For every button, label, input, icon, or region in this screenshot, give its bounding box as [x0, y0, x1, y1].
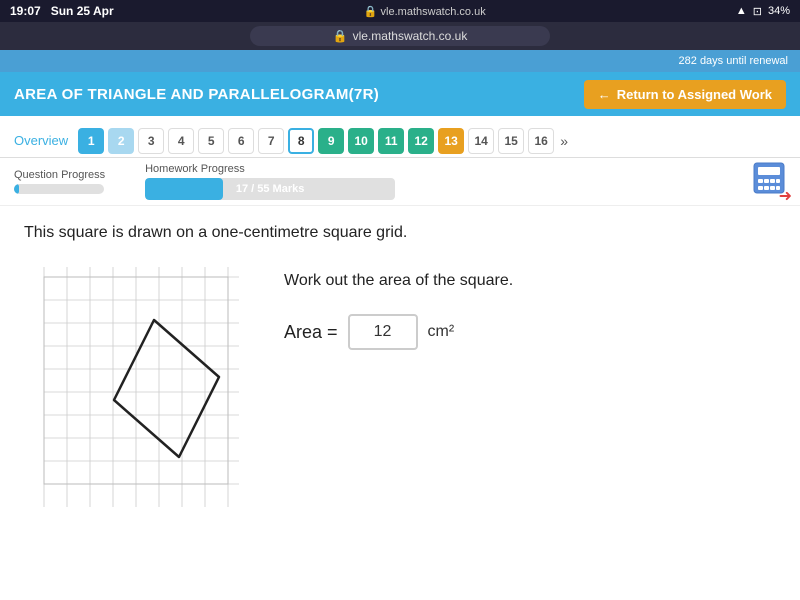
tab-7[interactable]: 7 — [258, 128, 284, 154]
calculator-arrow-icon: ➜ — [779, 186, 792, 206]
status-url: 🔒 vle.mathswatch.co.uk — [114, 5, 736, 18]
homework-progress-fill — [145, 178, 223, 200]
return-btn-label: Return to Assigned Work — [617, 87, 772, 102]
battery-indicator: ⊡ — [753, 5, 762, 18]
tab-1[interactable]: 1 — [78, 128, 104, 154]
grid-container — [24, 262, 254, 517]
lock-icon: 🔒 — [364, 6, 378, 18]
area-row: Area = cm² — [284, 314, 513, 350]
tab-10[interactable]: 10 — [348, 128, 374, 154]
tab-16[interactable]: 16 — [528, 128, 554, 154]
question-body: Work out the area of the square. Area = … — [24, 262, 776, 517]
wifi-icon: ▲ — [736, 5, 747, 17]
area-unit: cm² — [428, 323, 455, 341]
status-indicators: ▲ ⊡ 34% — [736, 5, 790, 18]
overview-link[interactable]: Overview — [14, 133, 68, 148]
url-lock-icon: 🔒 — [333, 29, 348, 43]
main-content: This square is drawn on a one-centimetre… — [0, 206, 800, 600]
status-time: 19:07 — [10, 4, 41, 18]
tab-12[interactable]: 12 — [408, 128, 434, 154]
status-bar: 19:07 Sun 25 Apr 🔒 vle.mathswatch.co.uk … — [0, 0, 800, 22]
homework-progress-label: Homework Progress — [145, 163, 395, 175]
battery-percent: 34% — [768, 5, 790, 17]
tab-11[interactable]: 11 — [378, 128, 404, 154]
progress-section: Question Progress Homework Progress 17 /… — [0, 158, 800, 206]
area-label: Area = — [284, 322, 338, 343]
tab-8[interactable]: 8 — [288, 128, 314, 154]
status-date: Sun 25 Apr — [51, 4, 114, 18]
tab-4[interactable]: 4 — [168, 128, 194, 154]
question-progress-fill — [14, 184, 19, 194]
tab-3[interactable]: 3 — [138, 128, 164, 154]
url-bar-area: 🔒 vle.mathswatch.co.uk — [0, 22, 800, 50]
grid-svg — [24, 262, 254, 512]
question-progress-label: Question Progress — [14, 169, 105, 181]
tab-15[interactable]: 15 — [498, 128, 524, 154]
homework-progress-bar: 17 / 55 Marks — [145, 178, 395, 200]
url-bar[interactable]: 🔒 vle.mathswatch.co.uk — [250, 26, 550, 46]
tab-6[interactable]: 6 — [228, 128, 254, 154]
tab-5[interactable]: 5 — [198, 128, 224, 154]
return-assigned-work-button[interactable]: ← Return to Assigned Work — [584, 80, 786, 109]
question-text: This square is drawn on a one-centimetre… — [24, 224, 776, 242]
arrow-left-icon: ← — [598, 87, 611, 102]
answer-section: Work out the area of the square. Area = … — [284, 262, 513, 350]
homework-progress-block: Homework Progress 17 / 55 Marks — [145, 163, 395, 200]
renewal-banner: 282 days until renewal — [0, 50, 800, 72]
question-progress-block: Question Progress — [14, 169, 105, 194]
page-title: AREA OF TRIANGLE AND PARALLELOGRAM(7R) — [14, 86, 379, 103]
homework-marks: 17 / 55 Marks — [236, 183, 305, 195]
tab-9[interactable]: 9 — [318, 128, 344, 154]
nav-tabs: Overview 1 2 3 4 5 6 7 8 9 10 11 12 13 1… — [0, 116, 800, 158]
tab-2[interactable]: 2 — [108, 128, 134, 154]
question-progress-bar — [14, 184, 104, 194]
tab-more[interactable]: » — [560, 133, 568, 149]
tab-13[interactable]: 13 — [438, 128, 464, 154]
work-out-text: Work out the area of the square. — [284, 272, 513, 290]
page-header: AREA OF TRIANGLE AND PARALLELOGRAM(7R) ←… — [0, 72, 800, 116]
status-time-date: 19:07 Sun 25 Apr — [10, 4, 114, 18]
area-input[interactable] — [348, 314, 418, 350]
renewal-text: 282 days until renewal — [679, 55, 788, 67]
url-text: vle.mathswatch.co.uk — [353, 29, 468, 43]
calculator-icon[interactable]: ➜ — [752, 161, 786, 202]
tab-14[interactable]: 14 — [468, 128, 494, 154]
